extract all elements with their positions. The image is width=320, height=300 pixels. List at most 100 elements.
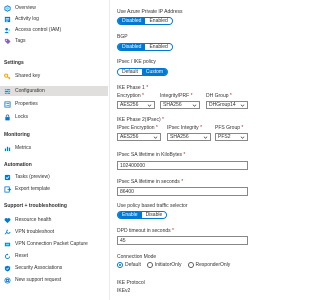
configuration-icon — [4, 88, 11, 95]
policy-selector-toggle: Enable Disable — [117, 211, 168, 219]
monitoring-section-header: Monitoring — [4, 132, 30, 138]
sidebar-item-label: Access control (IAM) — [15, 27, 62, 33]
private-ip-toggle: Disabled Enabled — [117, 17, 173, 25]
tag-icon — [4, 38, 11, 45]
security-associations-icon — [4, 265, 11, 272]
sidebar-nav: Overview Activity log Access control (IA… — [0, 0, 110, 300]
connection-mode-initiator-radio[interactable]: InitiatorOnly — [146, 262, 182, 268]
phase2-encryption-label: IPsec Encryption * — [117, 125, 158, 131]
sidebar-item-label: Locks — [15, 114, 29, 120]
ike-phase1-title: IKE Phase 1 * — [117, 85, 149, 91]
phase1-integrity-label: Integrity/PRF * — [160, 93, 193, 99]
radio-label: InitiatorOnly — [154, 262, 182, 268]
connection-mode-radio-group: Default InitiatorOnly ResponderOnly — [117, 262, 236, 268]
configuration-form: Use Azure Private IP Address Disabled En… — [117, 0, 257, 300]
sidebar-item-reset[interactable]: Reset — [0, 251, 108, 261]
sidebar-item-label: New support request — [15, 277, 62, 283]
bgp-enabled-option[interactable]: Enabled — [145, 44, 172, 50]
policy-selector-enable-option[interactable]: Enable — [118, 212, 142, 218]
sidebar-item-label: Security Associations — [15, 265, 63, 271]
bgp-disabled-option[interactable]: Disabled — [118, 44, 146, 50]
automation-section-header: Automation — [4, 162, 32, 168]
phase2-integrity-label: IPsec Integrity * — [167, 125, 203, 131]
ike-protocol-value: IKEv2 — [117, 288, 131, 294]
sidebar-item-packet-capture[interactable]: VPN Connection Packet Capture — [0, 239, 108, 249]
dpd-timeout-input[interactable]: 45 — [117, 236, 248, 245]
phase2-encryption-select[interactable]: AES256 — [117, 133, 161, 141]
sidebar-item-label: Properties — [15, 101, 38, 107]
chevron-down-icon — [147, 104, 152, 107]
phase2-integrity-value: SHA256 — [170, 134, 189, 140]
sidebar-item-label: Overview — [15, 5, 36, 11]
phase2-pfs-group-value: PFS2 — [218, 134, 231, 140]
private-ip-label: Use Azure Private IP Address — [117, 9, 183, 15]
support-request-icon — [4, 276, 11, 284]
ipsec-policy-toggle: Default Custom — [117, 68, 169, 76]
sidebar-item-locks[interactable]: Locks — [0, 112, 108, 122]
sidebar-item-access-control[interactable]: Access control (IAM) — [0, 25, 108, 35]
sidebar-item-label: Metrics — [15, 145, 32, 151]
sidebar-item-new-support-request[interactable]: New support request — [0, 275, 108, 285]
settings-section-header: Settings — [4, 60, 24, 66]
phase2-encryption-value: AES256 — [120, 134, 139, 140]
bgp-toggle: Disabled Enabled — [117, 43, 173, 51]
chevron-down-icon — [192, 104, 197, 107]
phase1-dh-group-value: DHGroup14 — [209, 102, 236, 108]
dpd-timeout-label: DPD timeout in seconds * — [117, 228, 174, 234]
sidebar-item-security-associations[interactable]: Security Associations — [0, 263, 108, 273]
tasks-icon — [4, 174, 11, 181]
support-section-header: Support + troubleshooting — [4, 203, 67, 209]
sa-lifetime-sec-input[interactable]: 86400 — [117, 187, 248, 196]
sidebar-item-activity-log[interactable]: Activity log — [0, 14, 108, 24]
phase2-pfs-group-select[interactable]: PFS2 — [215, 133, 248, 141]
private-ip-enabled-option[interactable]: Enabled — [145, 18, 172, 24]
ipsec-policy-label: IPsec / IKE policy — [117, 59, 156, 65]
sidebar-item-configuration[interactable]: Configuration — [0, 86, 108, 96]
lock-icon — [4, 114, 11, 121]
radio-indicator — [117, 262, 123, 268]
sa-lifetime-kb-input[interactable]: 102400000 — [117, 161, 248, 170]
key-icon — [4, 73, 11, 80]
ipsec-policy-default-option[interactable]: Default — [118, 69, 142, 75]
phase1-dh-group-select[interactable]: DHGroup14 — [206, 101, 248, 109]
phase1-dh-group-label: DH Group * — [206, 93, 232, 99]
sidebar-item-metrics[interactable]: Metrics — [0, 143, 108, 153]
radio-label: ResponderOnly — [195, 262, 231, 268]
phase1-integrity-select[interactable]: SHA256 — [160, 101, 200, 109]
sidebar-item-tags[interactable]: Tags — [0, 36, 108, 46]
private-ip-disabled-option[interactable]: Disabled — [118, 18, 146, 24]
radio-label: Default — [125, 262, 141, 268]
sidebar-item-label: Configuration — [15, 88, 45, 94]
phase2-integrity-select[interactable]: SHA256 — [167, 133, 211, 141]
sa-lifetime-kb-label: IPsec SA lifetime in KiloBytes * — [117, 152, 186, 158]
sidebar-item-properties[interactable]: Properties — [0, 99, 108, 109]
vpn-troubleshoot-icon — [4, 228, 11, 236]
connection-mode-label: Connection Mode — [117, 254, 157, 260]
activity-log-icon — [4, 16, 11, 23]
sidebar-item-shared-key[interactable]: Shared key — [0, 71, 108, 81]
sidebar-item-vpn-troubleshoot[interactable]: VPN troubleshoot — [0, 227, 108, 237]
sidebar-item-label: VPN troubleshoot — [15, 229, 55, 235]
connection-mode-responder-radio[interactable]: ResponderOnly — [187, 262, 231, 268]
heart-icon — [4, 217, 11, 224]
sidebar-item-label: Activity log — [15, 16, 39, 22]
ike-protocol-label: IKE Protocol — [117, 280, 145, 286]
phase1-encryption-select[interactable]: AES256 — [117, 101, 155, 109]
chevron-down-icon — [203, 136, 208, 139]
properties-icon — [4, 100, 11, 108]
sa-lifetime-sec-label: IPsec SA lifetime in seconds * — [117, 179, 184, 185]
phase1-encryption-label: Encryption * — [117, 93, 144, 99]
sidebar-item-overview[interactable]: Overview — [0, 3, 108, 13]
sidebar-item-export-template[interactable]: Export template — [0, 184, 108, 194]
ipsec-policy-custom-option[interactable]: Custom — [141, 69, 168, 75]
sidebar-item-resource-health[interactable]: Resource health — [0, 215, 108, 225]
sidebar-item-tasks[interactable]: Tasks (preview) — [0, 172, 108, 182]
access-control-icon — [4, 27, 11, 34]
reset-icon — [4, 252, 11, 260]
sidebar-item-label: Tasks (preview) — [15, 174, 50, 180]
chevron-down-icon — [240, 104, 245, 107]
connection-mode-default-radio[interactable]: Default — [117, 262, 141, 268]
policy-selector-disable-option[interactable]: Disable — [141, 212, 167, 218]
sidebar-item-label: Export template — [15, 186, 51, 192]
metrics-icon — [4, 145, 11, 152]
